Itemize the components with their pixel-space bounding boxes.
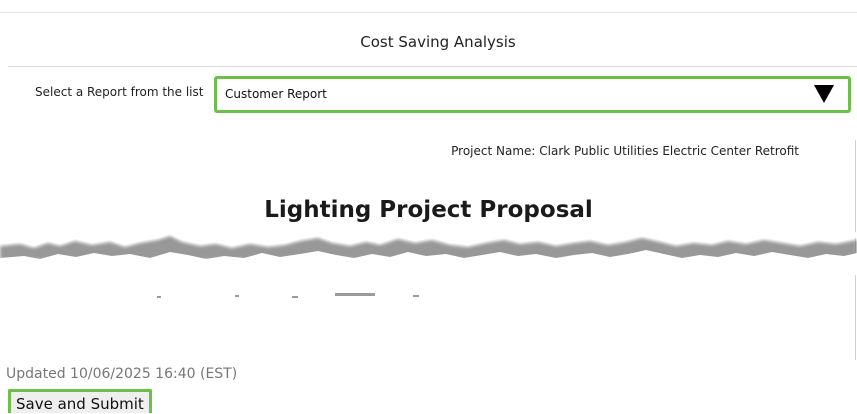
save-and-submit-button[interactable]: Save and Submit xyxy=(8,389,152,413)
torn-paper-edge xyxy=(0,232,857,272)
page-title: Cost Saving Analysis xyxy=(360,33,516,51)
preview-border-lower xyxy=(855,275,856,360)
truncated-text-fragment xyxy=(157,293,419,298)
report-select-dropdown[interactable]: Customer Report xyxy=(214,76,851,113)
top-divider xyxy=(0,12,857,13)
report-select-value: Customer Report xyxy=(225,87,327,101)
triangle-down-icon[interactable] xyxy=(814,85,834,103)
cost-saving-analysis-page: Cost Saving Analysis Select a Report fro… xyxy=(0,0,857,414)
header-divider xyxy=(8,66,857,67)
proposal-title: Lighting Project Proposal xyxy=(264,197,593,223)
updated-timestamp: Updated 10/06/2025 16:40 (EST) xyxy=(6,366,238,382)
report-select-label: Select a Report from the list xyxy=(35,85,204,99)
project-name-text: Project Name: Clark Public Utilities Ele… xyxy=(451,144,799,158)
